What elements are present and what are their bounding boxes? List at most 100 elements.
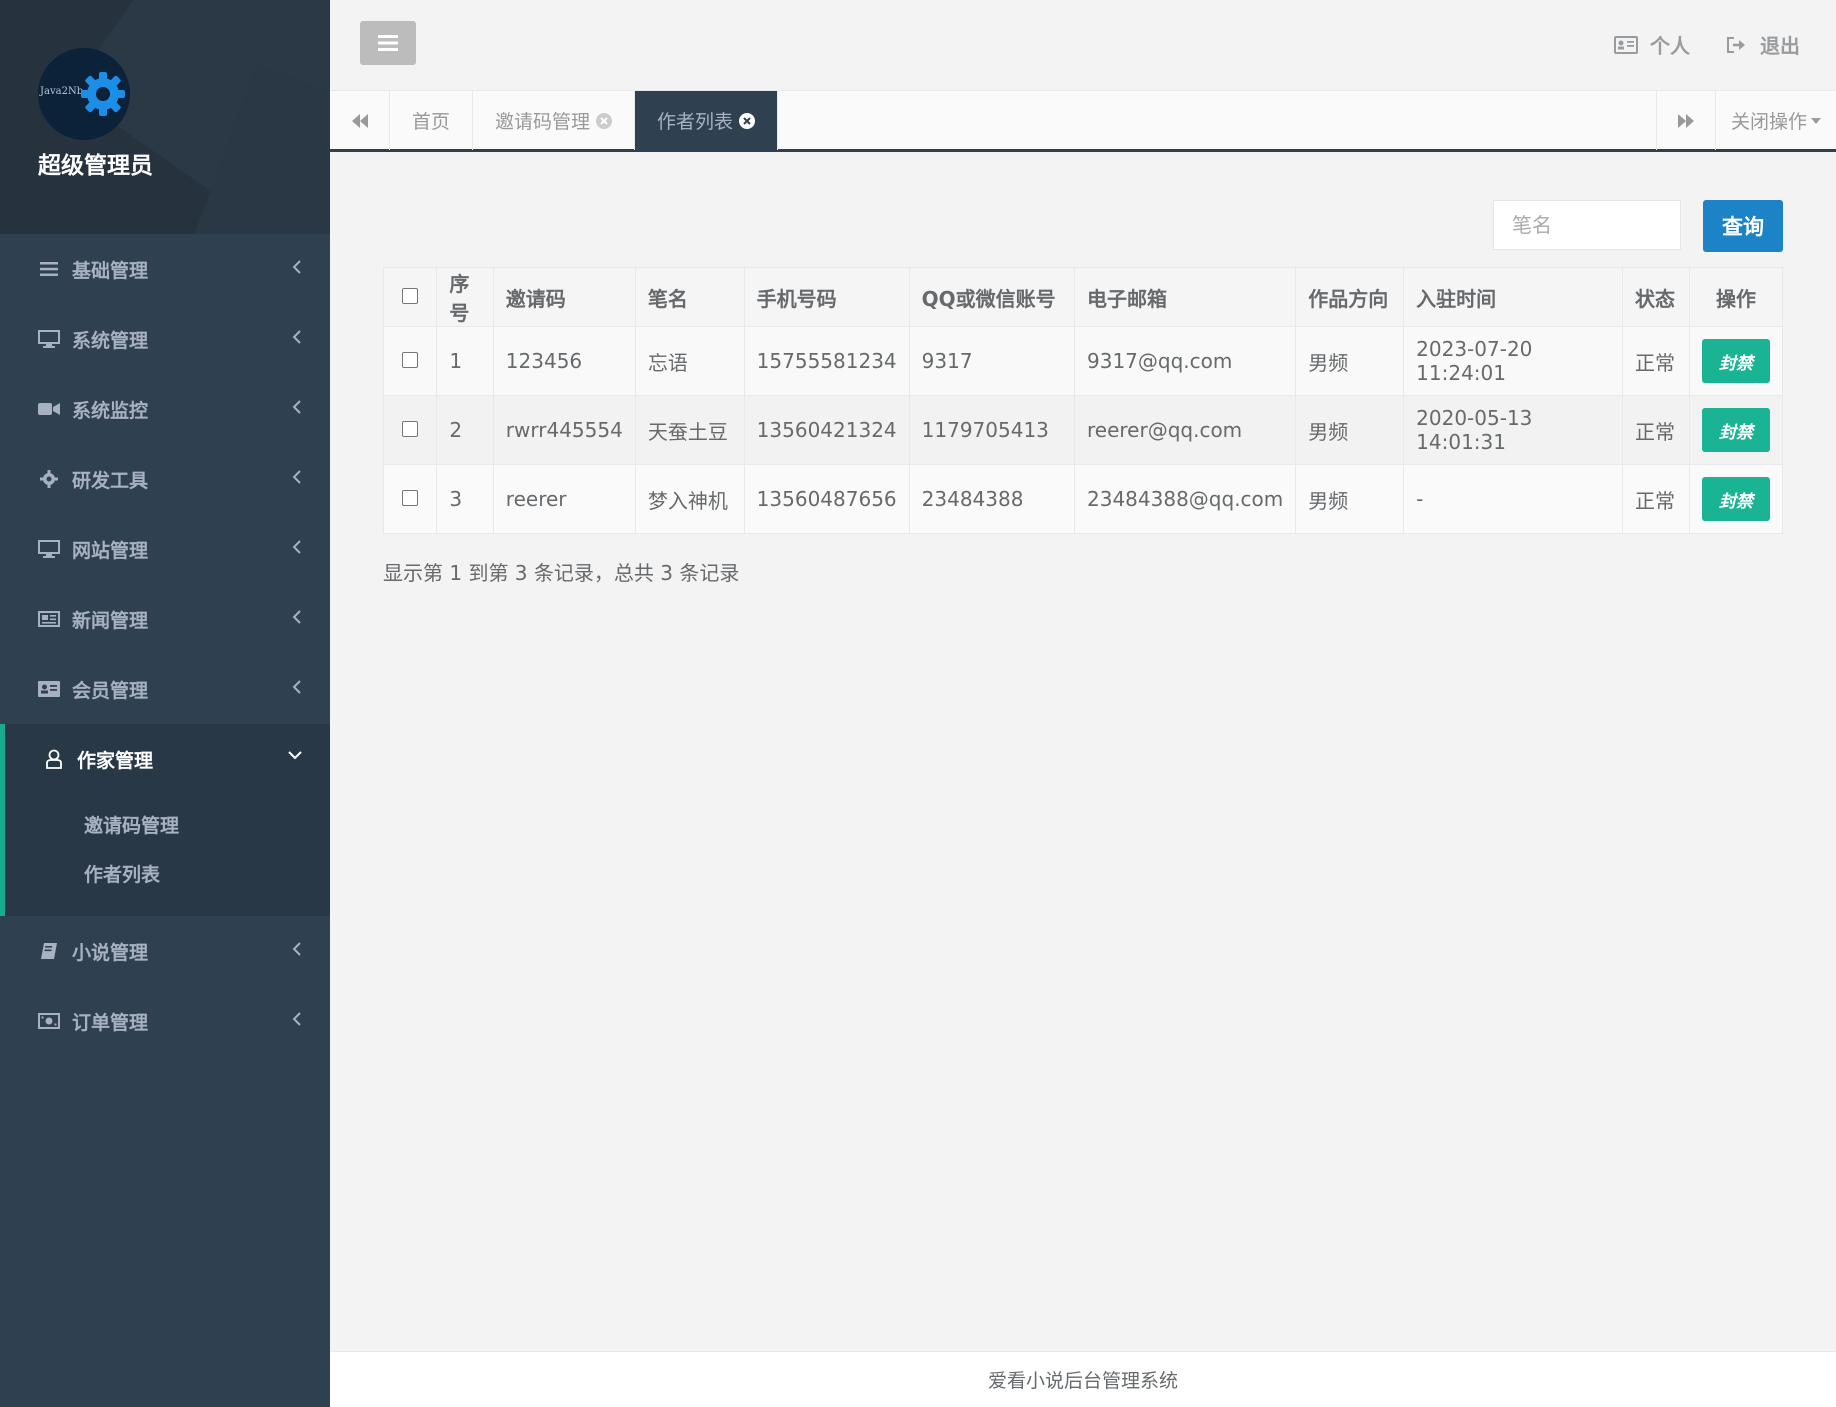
- profile-name[interactable]: 超级管理员: [38, 146, 330, 180]
- sidebar-item-orders[interactable]: 订单管理: [0, 986, 330, 1056]
- cell-joined-time: 2020-05-13 14:01:31: [1403, 395, 1624, 465]
- cell-qq-wechat: 1179705413: [908, 395, 1076, 465]
- sidebar-item-novels[interactable]: 小说管理: [0, 916, 330, 986]
- chevron-left-icon: [292, 942, 301, 956]
- row-select-cell: [382, 464, 438, 534]
- pen-name-search-input[interactable]: [1493, 200, 1681, 250]
- author-table: 序号 邀请码 笔名 手机号码 QQ或微信账号 电子邮箱 作品方向 入驻时间 状态…: [382, 267, 1783, 534]
- chevron-left-icon: [292, 470, 301, 484]
- cell-invite-code: 123456: [492, 326, 636, 396]
- desktop-icon: [38, 538, 60, 560]
- header-qq-wechat[interactable]: QQ或微信账号: [908, 267, 1076, 327]
- ban-button[interactable]: 封禁: [1702, 408, 1770, 452]
- header-pen-name[interactable]: 笔名: [634, 267, 745, 327]
- tab-label: 首页: [412, 111, 451, 133]
- submenu-item-invite-codes[interactable]: 邀请码管理: [5, 800, 330, 849]
- row-checkbox[interactable]: [402, 352, 419, 368]
- tab-author-list[interactable]: 作者列表: [635, 91, 779, 150]
- header-index[interactable]: 序号: [436, 267, 494, 327]
- table-row[interactable]: 3 reerer 梦入神机 13560487656 23484388 23484…: [382, 464, 1783, 534]
- header-phone[interactable]: 手机号码: [743, 267, 910, 327]
- chevron-left-icon: [292, 680, 301, 694]
- tabs-scroll-left-button[interactable]: [330, 91, 390, 150]
- double-arrow-right-icon: [1678, 113, 1694, 128]
- personal-link[interactable]: 个人: [1614, 30, 1690, 59]
- header-invite-code[interactable]: 邀请码: [492, 267, 636, 327]
- tab-label: 作者列表: [657, 111, 734, 133]
- cell-joined-time: 2023-07-20 11:24:01: [1403, 326, 1624, 396]
- user-icon: [43, 748, 65, 770]
- logout-label: 退出: [1760, 34, 1800, 58]
- row-checkbox[interactable]: [402, 421, 419, 437]
- search-bar: 查询: [1493, 200, 1783, 252]
- cell-phone: 13560487656: [743, 464, 910, 534]
- cell-phone: 15755581234: [743, 326, 910, 396]
- sidebar-item-monitor[interactable]: 系统监控: [0, 374, 330, 444]
- sidebar-item-writers[interactable]: 作家管理: [0, 724, 330, 794]
- cell-pen-name: 忘语: [634, 326, 745, 396]
- sidebar-item-news[interactable]: 新闻管理: [0, 584, 330, 654]
- cell-email: 9317@qq.com: [1073, 326, 1297, 396]
- cell-status: 正常: [1622, 464, 1690, 534]
- header-joined-time[interactable]: 入驻时间: [1403, 267, 1624, 327]
- sidebar-item-label: 订单管理: [72, 1011, 149, 1034]
- sidebar-item-website[interactable]: 网站管理: [0, 514, 330, 584]
- writers-submenu: 邀请码管理 作者列表: [0, 794, 330, 916]
- cell-invite-code: reerer: [492, 464, 636, 534]
- avatar[interactable]: Java2Nb: [38, 48, 130, 140]
- tab-home[interactable]: 首页: [390, 91, 474, 150]
- top-right-links: 个人 退出: [1614, 30, 1800, 59]
- sidebar-item-label: 系统管理: [72, 329, 149, 352]
- header-action: 操作: [1689, 267, 1783, 327]
- logout-link[interactable]: 退出: [1726, 30, 1800, 59]
- bars-icon: [38, 258, 60, 280]
- sidebar-item-label: 作家管理: [77, 749, 154, 772]
- cell-status: 正常: [1622, 395, 1690, 465]
- row-checkbox[interactable]: [402, 490, 419, 506]
- cell-action: 封禁: [1689, 464, 1783, 534]
- header-email[interactable]: 电子邮箱: [1073, 267, 1297, 327]
- close-circle-icon[interactable]: [596, 112, 613, 129]
- submenu-item-author-list[interactable]: 作者列表: [5, 849, 330, 898]
- select-all-checkbox[interactable]: [402, 288, 419, 304]
- chevron-left-icon: [292, 400, 301, 414]
- sidebar-item-label: 系统监控: [72, 399, 149, 422]
- caret-down-icon: [1811, 117, 1821, 124]
- row-select-cell: [382, 395, 438, 465]
- double-arrow-left-icon: [351, 113, 368, 128]
- page-tabs-bar: 首页 邀请码管理 作者列表 关闭操作: [330, 90, 1836, 152]
- sidebar-item-devtools[interactable]: 研发工具: [0, 444, 330, 514]
- cell-email: 23484388@qq.com: [1073, 464, 1297, 534]
- newspaper-icon: [38, 608, 60, 630]
- ban-button[interactable]: 封禁: [1702, 477, 1770, 521]
- cell-action: 封禁: [1689, 326, 1783, 396]
- cell-direction: 男频: [1295, 395, 1405, 465]
- close-operations-dropdown[interactable]: 关闭操作: [1716, 91, 1836, 150]
- table-row[interactable]: 1 123456 忘语 15755581234 9317 9317@qq.com…: [382, 326, 1783, 396]
- tabs-right-controls: 关闭操作: [1656, 91, 1836, 150]
- table-row[interactable]: 2 rwrr445554 天蚕土豆 13560421324 1179705413…: [382, 395, 1783, 465]
- header-status[interactable]: 状态: [1622, 267, 1690, 327]
- sidebar-item-basic[interactable]: 基础管理: [0, 234, 330, 304]
- gear-icon: [38, 468, 60, 490]
- cell-direction: 男频: [1295, 326, 1405, 396]
- sidebar-item-label: 会员管理: [72, 679, 149, 702]
- chevron-down-icon: [288, 751, 302, 760]
- close-circle-icon[interactable]: [739, 112, 756, 129]
- header-direction[interactable]: 作品方向: [1295, 267, 1405, 327]
- id-card-icon: [1614, 35, 1638, 54]
- cell-status: 正常: [1622, 326, 1690, 396]
- sidebar-item-members[interactable]: 会员管理: [0, 654, 330, 724]
- ban-button[interactable]: 封禁: [1702, 339, 1770, 383]
- sidebar-menu: 基础管理 系统管理 系统监控 研发工具 网站管理 新闻管理 会员管理 作家管理: [0, 234, 330, 794]
- tabs-scroll-right-button[interactable]: [1656, 91, 1716, 150]
- cell-direction: 男频: [1295, 464, 1405, 534]
- chevron-left-icon: [292, 540, 301, 554]
- sidebar-toggle-button[interactable]: [360, 21, 416, 65]
- cell-index: 1: [436, 326, 494, 396]
- tab-invite-codes[interactable]: 邀请码管理: [473, 91, 636, 150]
- sidebar-item-label: 基础管理: [72, 259, 149, 282]
- sidebar-item-system[interactable]: 系统管理: [0, 304, 330, 374]
- query-button[interactable]: 查询: [1703, 200, 1783, 252]
- money-icon: [38, 1010, 60, 1032]
